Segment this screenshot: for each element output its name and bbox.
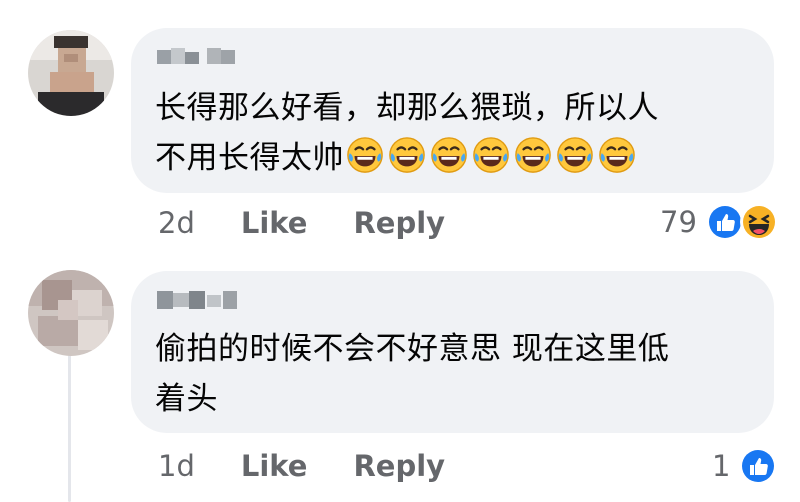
- comment-bubble: 偷拍的时候不会不好意思 现在这里低 着头: [131, 271, 774, 433]
- comment-text: 长得那么好看，却那么猥琐，所以人 不用长得太帅: [155, 90, 659, 176]
- tears-of-joy-emoji: [346, 136, 384, 174]
- like-icon: [739, 447, 778, 485]
- tears-of-joy-emoji: [472, 136, 510, 174]
- tears-of-joy-emoji: [514, 136, 552, 174]
- tears-of-joy-emoji: [556, 136, 594, 174]
- reply-button[interactable]: Reply: [353, 206, 445, 240]
- haha-icon: [739, 203, 778, 241]
- avatar[interactable]: [28, 270, 114, 356]
- author-name-blurred[interactable]: [157, 44, 257, 68]
- tears-of-joy-emoji: [388, 136, 426, 174]
- blurred-avatar-image: [28, 270, 114, 356]
- avatar[interactable]: [28, 30, 114, 116]
- reaction-count: 79: [660, 205, 697, 239]
- author-name-blurred[interactable]: [157, 287, 257, 311]
- timestamp[interactable]: 2d: [158, 206, 195, 240]
- comment-bubble: 长得那么好看，却那么猥琐，所以人 不用长得太帅: [131, 28, 774, 193]
- tears-of-joy-emoji: [430, 136, 468, 174]
- like-button[interactable]: Like: [241, 206, 308, 240]
- timestamp[interactable]: 1d: [158, 449, 195, 483]
- reaction-count: 1: [712, 449, 731, 483]
- blurred-avatar-image: [28, 30, 114, 116]
- comment-actions: 2d Like Reply: [158, 206, 445, 240]
- comment-actions: 1d Like Reply: [158, 449, 445, 483]
- emoji-row: [346, 136, 636, 174]
- tears-of-joy-emoji: [598, 136, 636, 174]
- reaction-summary[interactable]: 1: [712, 446, 778, 486]
- comment-text: 偷拍的时候不会不好意思 现在这里低 着头: [155, 331, 670, 417]
- reply-button[interactable]: Reply: [353, 449, 445, 483]
- like-button[interactable]: Like: [241, 449, 308, 483]
- reaction-summary[interactable]: 79: [660, 202, 779, 242]
